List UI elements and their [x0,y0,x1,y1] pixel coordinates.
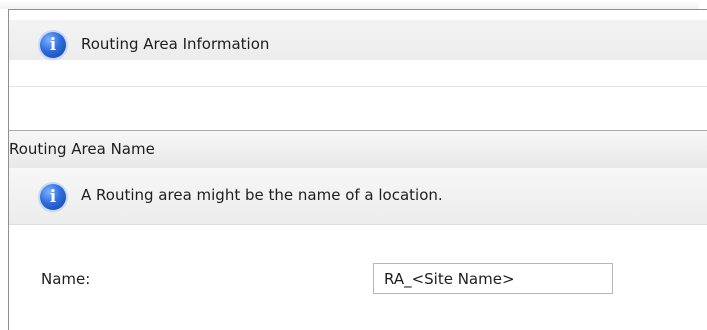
info-header-title: Routing Area Information [81,35,270,53]
info-note-text: A Routing area might be the name of a lo… [81,186,443,204]
section-title: Routing Area Name [9,140,155,158]
info-icon: i [40,32,66,58]
section-header: Routing Area Name [9,130,707,169]
name-label: Name: [41,270,91,288]
routing-area-panel: i Routing Area Information Routing Area … [8,9,707,330]
info-note: i A Routing area might be the name of a … [9,168,707,225]
info-icon: i [40,184,66,210]
info-header-band [9,60,707,86]
window-top-edge [0,0,699,9]
name-field[interactable] [373,263,613,294]
info-header: i Routing Area Information [9,20,707,87]
